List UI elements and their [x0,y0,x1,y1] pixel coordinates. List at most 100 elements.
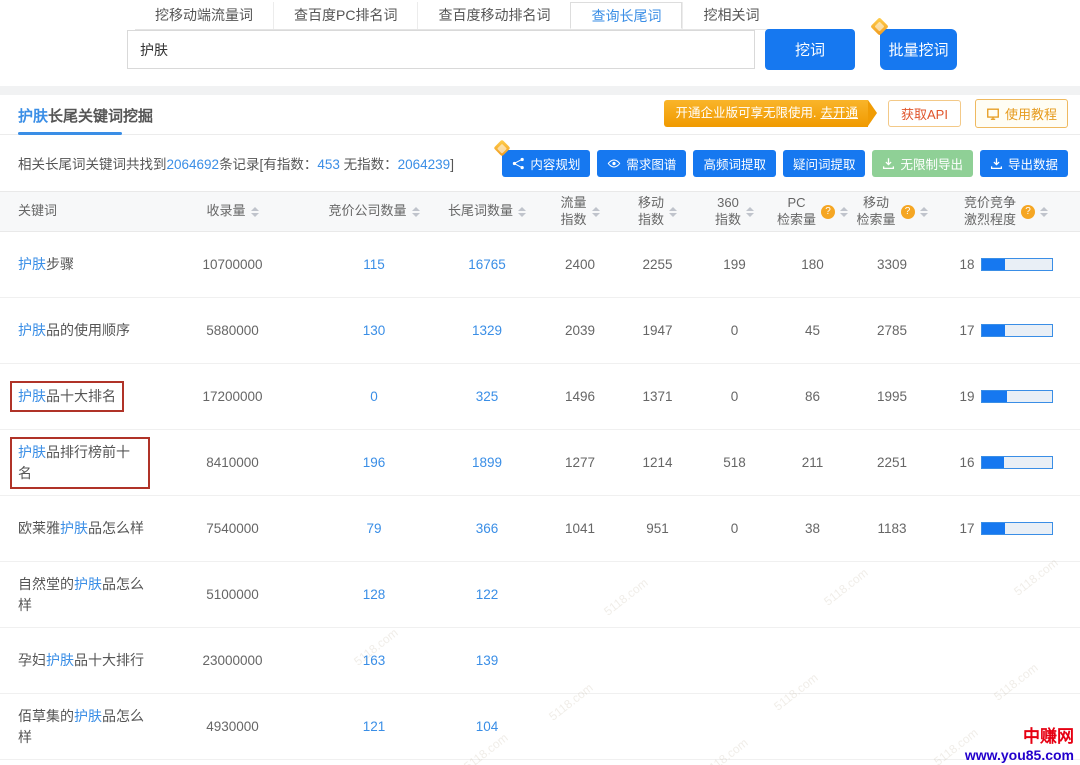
longtail-count-cell-link[interactable]: 122 [476,587,499,602]
keyword-link[interactable]: 护肤步骤 [18,256,74,272]
total-count: 2064692 [167,157,220,172]
tab-longtail-word-query[interactable]: 查询长尾词 [570,2,682,29]
page-title: 护肤长尾关键词挖掘 [18,105,153,126]
flow-index-cell: 1041 [541,496,619,562]
bidding-company-count-cell: 121 [315,694,433,760]
longtail-count-cell-link[interactable]: 366 [476,521,499,536]
result-count-text: 相关长尾词关键词共找到2064692条记录[有指数：453 无指数：206423… [18,153,454,173]
flow-index-cell: 1277 [541,430,619,496]
longtail-count-cell-link[interactable]: 104 [476,719,499,734]
toolbar-button-label: 高频词提取 [703,154,766,173]
keyword-link[interactable]: 孕妇护肤品十大排行 [18,652,144,668]
bidding-company-count-cell-link[interactable]: 130 [363,323,386,338]
sort-icon[interactable] [669,207,677,217]
table-row: 护肤品排行榜前十名8410000196189912771214518211225… [0,430,1080,496]
tab-related-words[interactable]: 挖相关词 [682,2,779,29]
column-header-5[interactable]: 移动指数 [619,192,696,232]
share-icon [512,157,525,170]
sort-icon[interactable] [412,207,420,217]
competition-cell: 17 [932,496,1080,562]
competition-bar [981,258,1053,271]
keyword-link[interactable]: 护肤品的使用顺序 [18,322,130,338]
tutorial-button[interactable]: 使用教程 [975,99,1068,128]
get-api-button[interactable]: 获取API [888,100,961,127]
toolbar-button-2[interactable]: 高频词提取 [693,150,776,177]
longtail-count-cell-link[interactable]: 1329 [472,323,502,338]
column-header-3[interactable]: 长尾词数量 [433,192,541,232]
index-amount-cell: 7540000 [150,496,315,562]
batch-dig-words-button[interactable]: 批量挖词 [880,29,957,70]
flow-index-cell: 2039 [541,298,619,364]
sort-icon[interactable] [920,207,928,217]
keyword-cell: 自然堂的护肤品怎么样 [0,562,150,628]
competition-cell [932,628,1080,694]
mobile-index-cell [619,628,696,694]
column-header-2[interactable]: 竞价公司数量 [315,192,433,232]
title-keyword: 护肤 [18,108,48,125]
upgrade-link[interactable]: 去开通 [821,106,859,120]
flow-index-cell [541,694,619,760]
longtail-count-cell-link[interactable]: 139 [476,653,499,668]
keyword-link[interactable]: 佰草集的护肤品怎么样 [18,708,144,745]
index-amount-cell: 5880000 [150,298,315,364]
help-icon[interactable]: ? [821,205,835,219]
table-row: 欧莱雅护肤品怎么样7540000793661041951038118317 [0,496,1080,562]
toolbar-button-3[interactable]: 疑问词提取 [783,150,866,177]
column-header-7[interactable]: PC检索量? [773,192,852,232]
longtail-count-cell-link[interactable]: 325 [476,389,499,404]
competition-cell: 19 [932,364,1080,430]
toolbar-button-label: 无限制导出 [900,154,963,173]
sort-icon[interactable] [840,207,848,217]
bidding-company-count-cell: 115 [315,232,433,298]
bidding-company-count-cell: 196 [315,430,433,496]
bidding-company-count-cell-link[interactable]: 115 [363,257,385,272]
column-header-8[interactable]: 移动检索量? [852,192,932,232]
sort-icon[interactable] [1040,207,1048,217]
longtail-count-cell: 16765 [433,232,541,298]
mobile-search-volume-cell: 2251 [852,430,932,496]
bidding-company-count-cell-link[interactable]: 163 [363,653,386,668]
tab-baidu-pc-ranking-words[interactable]: 查百度PC排名词 [273,2,417,29]
help-icon[interactable]: ? [901,205,915,219]
keyword-link[interactable]: 欧莱雅护肤品怎么样 [18,520,144,536]
toolbar-button-5[interactable]: 导出数据 [980,150,1068,177]
column-header-6[interactable]: 360指数 [696,192,773,232]
competition-bar [981,324,1053,337]
tab-baidu-mobile-ranking-words[interactable]: 查百度移动排名词 [417,2,570,29]
mobile-search-volume-cell [852,562,932,628]
results-panel: 护肤长尾关键词挖掘 开通企业版可享无限使用.去开通 获取API 使用教程 相关长… [0,95,1080,765]
tab-mobile-traffic-words[interactable]: 挖移动端流量词 [135,2,273,29]
bidding-company-count-cell-link[interactable]: 121 [363,719,386,734]
keyword-annotated[interactable]: 护肤品排行榜前十名 [10,437,150,489]
sort-icon[interactable] [746,207,754,217]
upgrade-enterprise-banner[interactable]: 开通企业版可享无限使用.去开通 [664,100,869,127]
table-row: 佰草集的护肤品怎么样4930000121104 [0,694,1080,760]
bidding-company-count-cell-link[interactable]: 128 [363,587,386,602]
competition-value: 17 [959,521,974,536]
column-header-4[interactable]: 流量指数 [541,192,619,232]
sort-icon[interactable] [518,207,526,217]
flow-index-cell [541,628,619,694]
sort-icon[interactable] [592,207,600,217]
bidding-company-count-cell-link[interactable]: 0 [370,389,378,404]
longtail-count-cell: 1899 [433,430,541,496]
toolbar-button-0[interactable]: 内容规划 [502,150,590,177]
keyword-link[interactable]: 自然堂的护肤品怎么样 [18,576,144,613]
flow-index-cell [541,562,619,628]
column-header-9[interactable]: 竞价竞争激烈程度? [932,192,1080,232]
keyword-annotated[interactable]: 护肤品十大排名 [10,381,124,412]
help-icon[interactable]: ? [1021,205,1035,219]
dig-words-button[interactable]: 挖词 [765,29,855,70]
bidding-company-count-cell-link[interactable]: 79 [366,521,381,536]
toolbar-button-4[interactable]: 无限制导出 [872,150,973,177]
pc-search-volume-cell: 45 [773,298,852,364]
toolbar-button-1[interactable]: 需求图谱 [597,150,686,177]
bidding-company-count-cell-link[interactable]: 196 [363,455,386,470]
longtail-count-cell-link[interactable]: 16765 [468,257,506,272]
index-amount-cell: 5100000 [150,562,315,628]
keyword-search-input[interactable] [127,30,755,69]
longtail-count-cell-link[interactable]: 1899 [472,455,502,470]
sort-icon[interactable] [251,207,259,217]
column-header-1[interactable]: 收录量 [150,192,315,232]
mobile-index-cell: 951 [619,496,696,562]
